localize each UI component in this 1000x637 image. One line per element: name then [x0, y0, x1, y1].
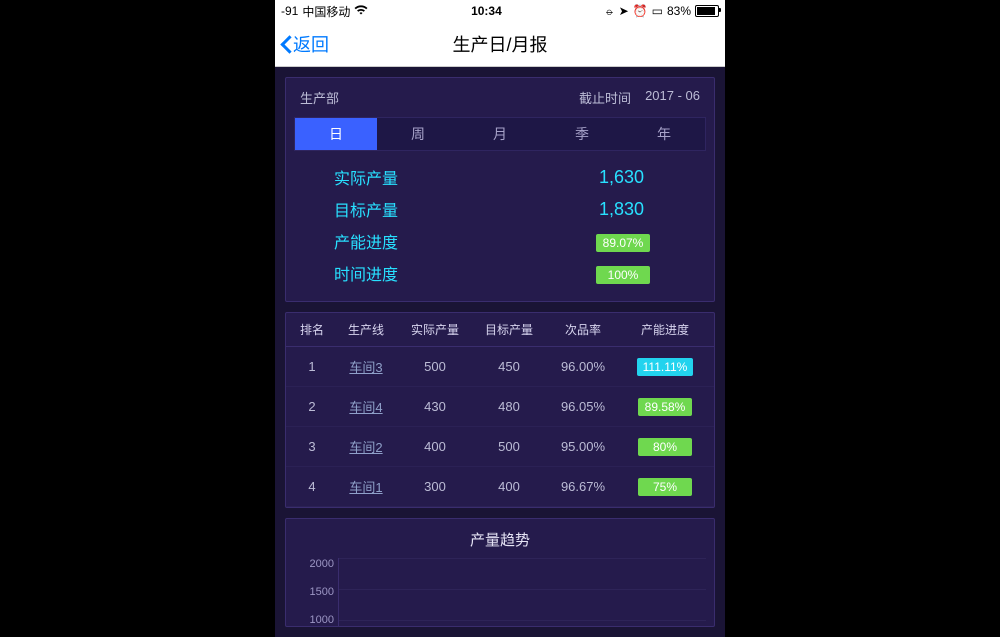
rank-cell: 1 — [292, 359, 332, 374]
col-header: 次品率 — [548, 321, 618, 338]
defect-cell: 95.00% — [548, 439, 618, 454]
stat-label: 时间进度 — [304, 261, 484, 285]
carrier-name: 中国移动 — [302, 3, 350, 20]
stat-value: 1,830 — [484, 199, 696, 220]
rank-cell: 3 — [292, 439, 332, 454]
line-cell[interactable]: 车间2 — [336, 437, 396, 456]
col-header: 排名 — [292, 321, 332, 338]
line-table: 排名生产线实际产量目标产量次品率产能进度 1 车间3 500 450 96.00% 111… — [285, 312, 715, 508]
stat-value: 100% — [484, 263, 696, 284]
deadline-label: 截止时间 — [579, 88, 631, 107]
table-row: 3 车间2 400 500 95.00% 80% — [286, 427, 714, 467]
rank-cell: 2 — [292, 399, 332, 414]
stat-value: 89.07% — [484, 231, 696, 252]
chart-area: 2000 1500 1000 — [294, 558, 706, 626]
signal-strength: -91 — [281, 4, 298, 18]
segment-季[interactable]: 季 — [541, 118, 623, 150]
content: 生产部 截止时间 2017 - 06 日周月季年 实际产量1,630目标产量1,… — [275, 67, 725, 637]
chart-y-axis: 2000 1500 1000 — [294, 558, 338, 626]
status-bar: -91 中国移动 10:34 ⦵ ➤ ⏰ ▭ 83% — [275, 0, 725, 22]
summary-panel: 生产部 截止时间 2017 - 06 日周月季年 实际产量1,630目标产量1,… — [285, 77, 715, 302]
stat-row: 产能进度 89.07% — [304, 225, 696, 257]
battery-percent: 83% — [667, 4, 691, 18]
chart-title: 产量趋势 — [294, 527, 706, 558]
deadline-value: 2017 - 06 — [645, 88, 700, 107]
airplay-icon: ▭ — [652, 4, 663, 18]
segment-周[interactable]: 周 — [377, 118, 459, 150]
progress-badge: 111.11% — [637, 358, 694, 376]
summary-stats: 实际产量1,630目标产量1,830产能进度89.07%时间进度100% — [294, 161, 706, 295]
chevron-left-icon — [279, 34, 291, 54]
stat-value: 1,630 — [484, 167, 696, 188]
progress-badge: 80% — [638, 438, 692, 456]
y-tick: 2000 — [294, 558, 334, 570]
target-cell: 500 — [474, 439, 544, 454]
y-tick: 1000 — [294, 614, 334, 626]
segment-年[interactable]: 年 — [623, 118, 705, 150]
stat-row: 实际产量1,630 — [304, 161, 696, 193]
battery-icon — [695, 5, 719, 17]
line-cell[interactable]: 车间3 — [336, 357, 396, 376]
status-left: -91 中国移动 — [281, 3, 368, 20]
chart-panel: 产量趋势 2000 1500 1000 — [285, 518, 715, 627]
actual-cell: 430 — [400, 399, 470, 414]
col-header: 生产线 — [336, 321, 396, 338]
segment-月[interactable]: 月 — [459, 118, 541, 150]
progress-cell: 80% — [622, 438, 708, 456]
stat-label: 目标产量 — [304, 197, 484, 221]
table-row: 4 车间1 300 400 96.67% 75% — [286, 467, 714, 507]
progress-cell: 75% — [622, 478, 708, 496]
table-row: 2 车间4 430 480 96.05% 89.58% — [286, 387, 714, 427]
actual-cell: 500 — [400, 359, 470, 374]
progress-badge: 89.07% — [596, 234, 650, 252]
progress-cell: 111.11% — [622, 358, 708, 376]
progress-badge: 89.58% — [638, 398, 692, 416]
col-header: 实际产量 — [400, 321, 470, 338]
nav-bar: 返回 生产日/月报 — [275, 22, 725, 67]
defect-cell: 96.05% — [548, 399, 618, 414]
segment-日[interactable]: 日 — [295, 118, 377, 150]
line-cell[interactable]: 车间1 — [336, 477, 396, 496]
page-title: 生产日/月报 — [275, 31, 725, 57]
progress-cell: 89.58% — [622, 398, 708, 416]
col-header: 产能进度 — [622, 321, 708, 338]
line-cell[interactable]: 车间4 — [336, 397, 396, 416]
target-cell: 400 — [474, 479, 544, 494]
stat-label: 产能进度 — [304, 229, 484, 253]
rank-cell: 4 — [292, 479, 332, 494]
y-tick: 1500 — [294, 586, 334, 598]
col-header: 目标产量 — [474, 321, 544, 338]
wifi-icon — [354, 5, 368, 18]
location-icon: ➤ — [619, 4, 629, 18]
stat-row: 时间进度 100% — [304, 257, 696, 289]
table-row: 1 车间3 500 450 96.00% 111.11% — [286, 347, 714, 387]
table-body: 1 车间3 500 450 96.00% 111.11% 2 车间4 430 480 96.05% 8… — [286, 347, 714, 507]
table-header: 排名生产线实际产量目标产量次品率产能进度 — [286, 313, 714, 347]
defect-cell: 96.67% — [548, 479, 618, 494]
back-button[interactable]: 返回 — [275, 31, 329, 57]
alarm-icon: ⏰ — [633, 4, 648, 18]
status-time: 10:34 — [471, 4, 502, 18]
period-segment: 日周月季年 — [294, 117, 706, 151]
defect-cell: 96.00% — [548, 359, 618, 374]
phone-frame: -91 中国移动 10:34 ⦵ ➤ ⏰ ▭ 83% 返回 生产日/月报 生产部 — [275, 0, 725, 637]
actual-cell: 400 — [400, 439, 470, 454]
stat-row: 目标产量1,830 — [304, 193, 696, 225]
actual-cell: 300 — [400, 479, 470, 494]
progress-badge: 100% — [596, 266, 650, 284]
stat-label: 实际产量 — [304, 165, 484, 189]
orientation-lock-icon: ⦵ — [605, 4, 615, 19]
chart-plot — [338, 558, 706, 626]
target-cell: 480 — [474, 399, 544, 414]
dept-name: 生产部 — [300, 88, 339, 107]
target-cell: 450 — [474, 359, 544, 374]
status-right: ⦵ ➤ ⏰ ▭ 83% — [605, 4, 720, 19]
progress-badge: 75% — [638, 478, 692, 496]
